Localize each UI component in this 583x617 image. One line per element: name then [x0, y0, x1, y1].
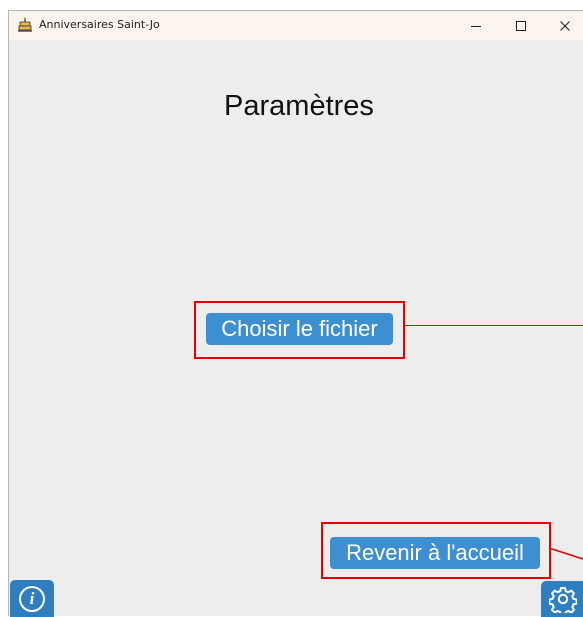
minimize-icon — [471, 25, 481, 27]
gear-icon — [549, 587, 577, 613]
info-icon: i — [19, 585, 45, 612]
maximize-button[interactable] — [499, 11, 543, 40]
close-button[interactable] — [543, 11, 583, 40]
back-home-button[interactable]: Revenir à l'accueil — [330, 537, 540, 569]
annotation-line-back-home — [548, 547, 583, 560]
annotation-line-choose-file — [404, 325, 583, 326]
close-icon — [560, 20, 570, 31]
info-button[interactable]: i — [10, 580, 54, 617]
title-bar[interactable]: Anniversaires Saint-Jo — [9, 11, 583, 40]
settings-button[interactable] — [541, 581, 583, 617]
page-title: Paramètres — [224, 90, 374, 122]
maximize-icon — [516, 20, 526, 31]
choose-file-button[interactable]: Choisir le fichier — [206, 313, 393, 345]
window-title: Anniversaires Saint-Jo — [39, 18, 160, 31]
app-window: Anniversaires Saint-Jo Paramètres Choisi… — [8, 10, 583, 617]
birthday-cake-icon — [18, 17, 32, 32]
minimize-button[interactable] — [454, 11, 498, 40]
